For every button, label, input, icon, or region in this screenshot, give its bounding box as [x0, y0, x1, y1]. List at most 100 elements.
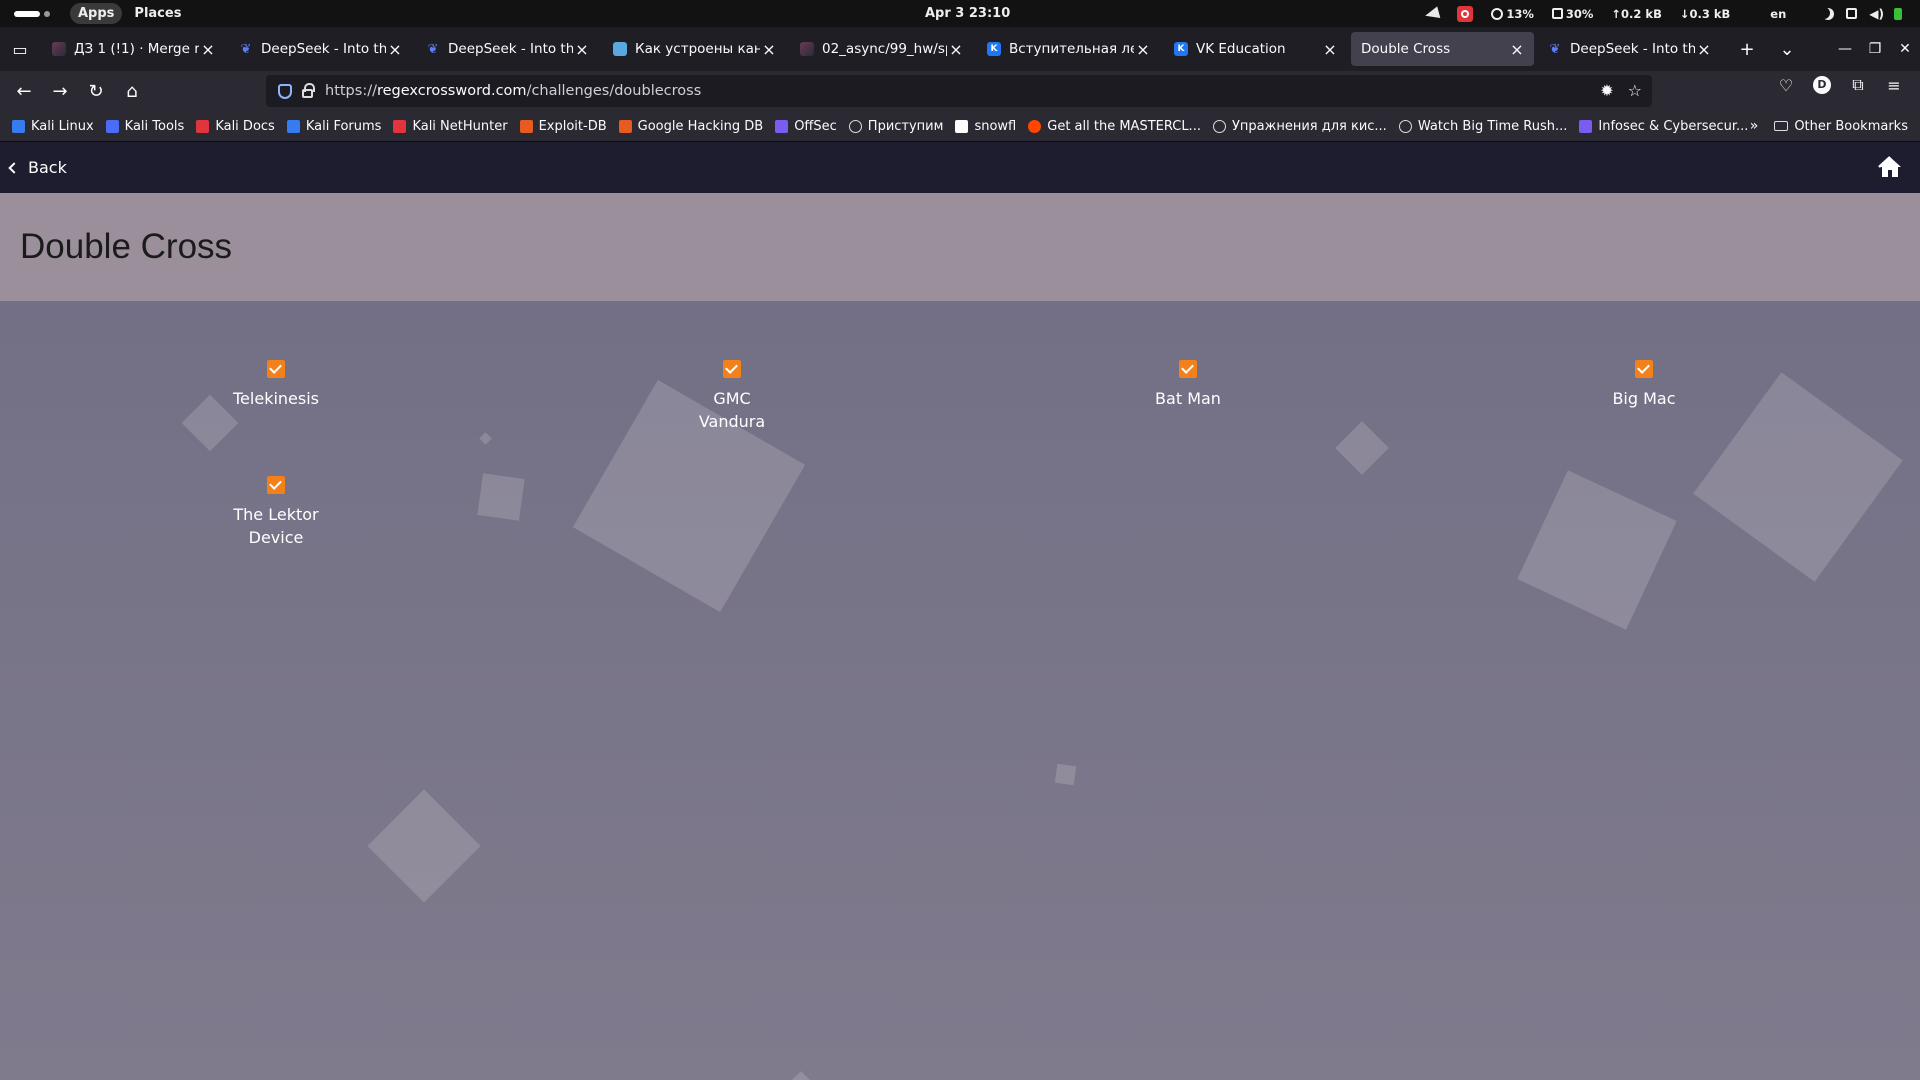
- bookmark[interactable]: Kali Tools: [105, 119, 184, 134]
- bookmark[interactable]: Приступим: [848, 119, 943, 134]
- bookmark[interactable]: Упражнения для кис...: [1212, 119, 1387, 134]
- close-tab-icon[interactable]: ×: [1134, 40, 1152, 59]
- tab-tools: + ⌄: [1727, 39, 1807, 60]
- challenge-item-bat-man[interactable]: Bat Man: [1088, 360, 1288, 410]
- kali-icon: [12, 119, 25, 133]
- language-label: en: [1770, 6, 1787, 21]
- tab[interactable]: ❦ DeepSeek - Into the ×: [416, 32, 599, 66]
- bookmark[interactable]: Get all the MASTERCL...: [1028, 119, 1201, 134]
- tab[interactable]: K VK Education ×: [1164, 32, 1347, 66]
- extensions-icon[interactable]: ⧉: [1840, 75, 1876, 95]
- pocket-icon[interactable]: ♡: [1768, 76, 1804, 95]
- close-tab-icon[interactable]: ×: [386, 40, 404, 59]
- tab[interactable]: 02_async/99_hw/spa×: [790, 32, 973, 66]
- background-shape: [1335, 421, 1389, 475]
- activities-indicator[interactable]: [14, 10, 50, 17]
- account-avatar-icon[interactable]: D: [1813, 76, 1831, 94]
- download-indicator: ↓0.3 kB: [1680, 7, 1730, 21]
- night-light-icon[interactable]: [1822, 8, 1834, 20]
- chevron-right-icon[interactable]: »: [1750, 118, 1759, 134]
- keyboard-layout[interactable]: en: [1770, 7, 1786, 21]
- toolbar-right: ♡ D ⧉ ≡: [1768, 75, 1912, 95]
- restore-icon[interactable]: ❐: [1860, 41, 1890, 57]
- bookmark[interactable]: Kali Linux: [12, 119, 94, 134]
- bookmark[interactable]: Infosec & Cybersecur...: [1579, 119, 1748, 134]
- cpu-value: 13%: [1506, 6, 1534, 21]
- tab[interactable]: ❦ DeepSeek - Into the ×: [1538, 32, 1721, 66]
- reload-icon[interactable]: ↻: [78, 75, 114, 107]
- bookmark-label: Exploit-DB: [538, 118, 607, 134]
- lock-icon[interactable]: [302, 82, 315, 98]
- challenge-item-the-lektor-device[interactable]: The Lektor Device: [176, 476, 376, 549]
- address-bar[interactable]: https://regexcrossword.com/challenges/do…: [266, 75, 1652, 107]
- bookmark-label: Infosec & Cybersecur...: [1598, 118, 1749, 134]
- bookmark[interactable]: Kali Forums: [286, 119, 381, 134]
- cpu-icon: [1491, 7, 1504, 20]
- tab[interactable]: K Вступительная лек ×: [977, 32, 1160, 66]
- tab[interactable]: ДЗ 1 (!1) · Merge req×: [42, 32, 225, 66]
- close-tab-icon[interactable]: ×: [199, 40, 217, 59]
- tab-title: Double Cross: [1361, 41, 1451, 57]
- bookmark-label: Kali Linux: [31, 118, 94, 134]
- bookmark[interactable]: Kali NetHunter: [393, 119, 508, 134]
- menu-icon[interactable]: ≡: [1876, 76, 1912, 95]
- challenge-item-gmc-vandura[interactable]: GMC Vandura: [632, 360, 832, 433]
- close-window-icon[interactable]: ✕: [1890, 41, 1920, 57]
- list-all-tabs-icon[interactable]: ⌄: [1767, 39, 1807, 60]
- memory-icon: [1551, 8, 1563, 19]
- minimize-icon[interactable]: —: [1830, 41, 1860, 57]
- completed-checkbox-icon: [267, 476, 285, 494]
- close-tab-icon[interactable]: ×: [947, 40, 965, 59]
- back-link[interactable]: Back: [8, 158, 67, 177]
- home-button-icon[interactable]: ⌂: [114, 75, 150, 107]
- battery-icon[interactable]: [1894, 7, 1920, 20]
- completed-checkbox-icon: [1179, 360, 1197, 378]
- tracking-protection-icon[interactable]: [278, 83, 292, 99]
- challenge-item-big-mac[interactable]: Big Mac: [1544, 360, 1744, 410]
- close-tab-icon[interactable]: ×: [1695, 40, 1713, 59]
- completed-checkbox-icon: [1635, 360, 1653, 378]
- bookmark[interactable]: Exploit-DB: [519, 118, 607, 134]
- screen-icon[interactable]: [1846, 8, 1858, 19]
- new-tab-icon[interactable]: +: [1727, 39, 1767, 60]
- close-tab-icon[interactable]: ×: [760, 40, 778, 59]
- forward-arrow-icon[interactable]: →: [42, 75, 78, 107]
- places-menu[interactable]: Places: [134, 6, 181, 21]
- bookmark[interactable]: Google Hacking DB: [618, 118, 764, 134]
- apps-menu[interactable]: Apps: [70, 3, 123, 24]
- bookmark[interactable]: OffSec: [775, 119, 837, 134]
- firefox-view-icon[interactable]: ▭: [0, 29, 40, 69]
- bookmark[interactable]: Kali Docs: [196, 119, 275, 134]
- back-arrow-icon[interactable]: ←: [6, 75, 42, 107]
- tab[interactable]: Как устроены кана ×: [603, 32, 786, 66]
- background-shape: [477, 473, 525, 521]
- other-bookmarks[interactable]: Other Bookmarks: [1774, 119, 1908, 134]
- close-tab-icon[interactable]: ×: [1321, 40, 1339, 59]
- ghdb-icon: [618, 119, 632, 133]
- bookmarks-overflow: » Other Bookmarks: [1750, 118, 1908, 134]
- telegram-icon[interactable]: [1424, 5, 1441, 22]
- url-prefix: https://: [325, 83, 377, 99]
- snowfl-icon: [955, 119, 969, 133]
- bookmark-star-icon[interactable]: ☆: [1628, 81, 1642, 100]
- bookmark-label: Kali Docs: [215, 118, 275, 134]
- bookmark[interactable]: Watch Big Time Rush...: [1398, 119, 1567, 134]
- tab[interactable]: ❦ DeepSeek - Into the ×: [229, 32, 412, 66]
- bug-extension-icon[interactable]: ✹: [1600, 81, 1613, 100]
- challenge-item-telekinesis[interactable]: Telekinesis: [176, 360, 376, 410]
- url-path: /challenges/doublecross: [526, 83, 702, 99]
- record-icon[interactable]: [1457, 5, 1474, 22]
- bookmark-label: Google Hacking DB: [637, 118, 764, 134]
- url-text[interactable]: https://regexcrossword.com/challenges/do…: [325, 83, 701, 99]
- clock[interactable]: Apr 3 23:10: [925, 6, 1010, 21]
- tab-title: Как устроены кана: [635, 41, 760, 57]
- globe-icon: [1212, 119, 1226, 133]
- deepseek-icon: ❦: [1549, 41, 1561, 57]
- tab-active[interactable]: Double Cross ×: [1351, 32, 1534, 66]
- bookmark[interactable]: snowfl: [955, 119, 1016, 134]
- close-tab-icon[interactable]: ×: [573, 40, 591, 59]
- close-tab-icon[interactable]: ×: [1508, 40, 1526, 59]
- home-icon[interactable]: [1878, 155, 1902, 179]
- volume-icon[interactable]: ◀): [1869, 7, 1884, 21]
- tab-title: Вступительная лек: [1009, 41, 1134, 57]
